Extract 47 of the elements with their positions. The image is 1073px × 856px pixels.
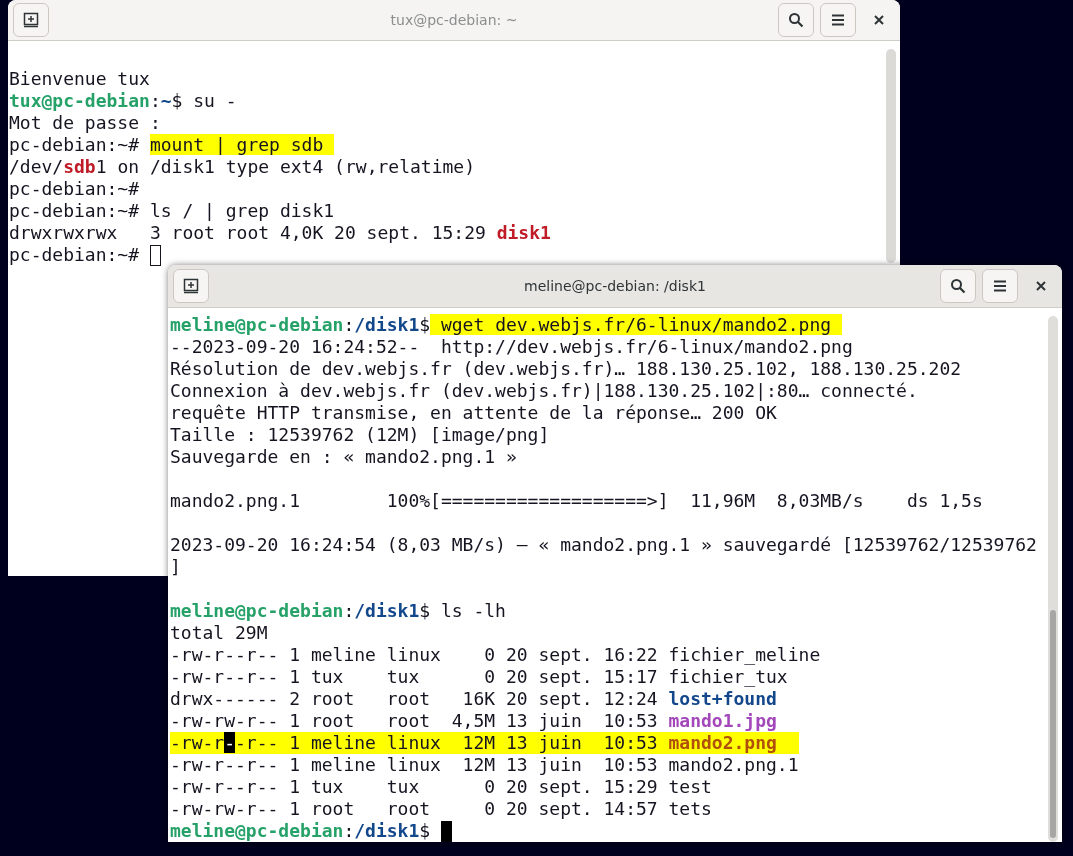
terminal-line: /dev/sdb1 on /disk1 type ext4 (rw,relatime): [9, 156, 475, 178]
terminal-line: Bienvenue tux: [9, 68, 150, 90]
terminal-line: drwxrwxrwx 3 root root 4,0K 20 sept. 15:29 disk1: [9, 222, 551, 244]
terminal-line: ]: [170, 556, 181, 578]
terminal-line: pc-debian:~#: [9, 178, 140, 200]
new-tab-icon: [183, 278, 199, 294]
search-button[interactable]: [778, 3, 814, 37]
terminal-line: Sauvegarde en : « mando2.png.1 »: [170, 446, 517, 468]
scrollbar[interactable]: [886, 49, 896, 263]
close-icon: [873, 14, 885, 26]
search-icon: [788, 12, 804, 28]
terminal-line: meline@pc-debian:/disk1$ wget dev.webjs.fr/6-linux/mando2.png: [170, 314, 842, 336]
terminal-line: Résolution de dev.webjs.fr (dev.webjs.fr)… 188.130.25.102, 188.130.25.202: [170, 358, 962, 380]
terminal-line: total 29M: [170, 622, 268, 644]
terminal-line: -rw-rw-r-- 1 root root 0 20 sept. 14:57 tets: [170, 798, 712, 820]
terminal-line: --2023-09-20 16:24:52-- http://dev.webjs.fr/6-linux/mando2.png: [170, 336, 853, 358]
terminal-line: requête HTTP transmise, en attente de la réponse… 200 OK: [170, 402, 777, 424]
terminal-line: drwx------ 2 root root 16K 20 sept. 12:24 lost+found: [170, 688, 777, 710]
terminal-line: -rw-r--r-- 1 meline linux 12M 13 juin 10:53 mando2.png.1: [170, 754, 799, 776]
new-tab-button[interactable]: [173, 269, 209, 303]
terminal-line: -rw-r--r-- 1 meline linux 0 20 sept. 16:22 fichier_meline: [170, 644, 821, 666]
terminal-line: pc-debian:~#: [9, 244, 141, 266]
terminal-line: Connexion à dev.webjs.fr (dev.webjs.fr)|188.130.25.102|:80… connecté.: [170, 380, 918, 402]
terminal-line: meline@pc-debian:/disk1$: [170, 820, 432, 842]
window-title: tux@pc-debian: ~: [390, 12, 518, 28]
close-icon: [1035, 280, 1047, 292]
search-button[interactable]: [940, 269, 976, 303]
terminal-line: Mot de passe :: [9, 112, 161, 134]
scrollbar[interactable]: [1048, 316, 1058, 842]
terminal-line: mando2.png.1 100%[===================>] 11,96M 8,03MB/s ds 1,5s: [170, 490, 983, 512]
new-tab-icon: [23, 12, 39, 28]
terminal-line: -rw-rw-r-- 1 root root 4,5M 13 juin 10:53 mando1.jpg: [170, 710, 777, 732]
terminal-line: tux@pc-debian:~$ su -: [9, 90, 237, 112]
terminal-line: -rw-r--r-- 1 tux tux 0 20 sept. 15:17 fichier_tux: [170, 666, 788, 688]
menu-icon: [993, 280, 1007, 292]
terminal-line: -rw-r--r-- 1 tux tux 0 20 sept. 15:29 test: [170, 776, 712, 798]
terminal-line: pc-debian:~# ls / | grep disk1: [9, 200, 335, 222]
terminal-line: 2023-09-20 16:24:54 (8,03 MB/s) — « mando2.png.1 » sauvegardé [12539762/12539762: [170, 534, 1037, 556]
menu-icon: [831, 14, 845, 26]
menu-button[interactable]: [820, 3, 856, 37]
terminal-line: meline@pc-debian:/disk1$ ls -lh: [170, 600, 506, 622]
terminal-line: pc-debian:~# mount | grep sdb: [9, 134, 335, 156]
terminal-line: Taille : 12539762 (12M) [image/png]: [170, 424, 550, 446]
new-tab-button[interactable]: [13, 3, 49, 37]
search-icon: [950, 278, 966, 294]
menu-button[interactable]: [982, 269, 1018, 303]
window-title: meline@pc-debian: /disk1: [524, 278, 706, 294]
